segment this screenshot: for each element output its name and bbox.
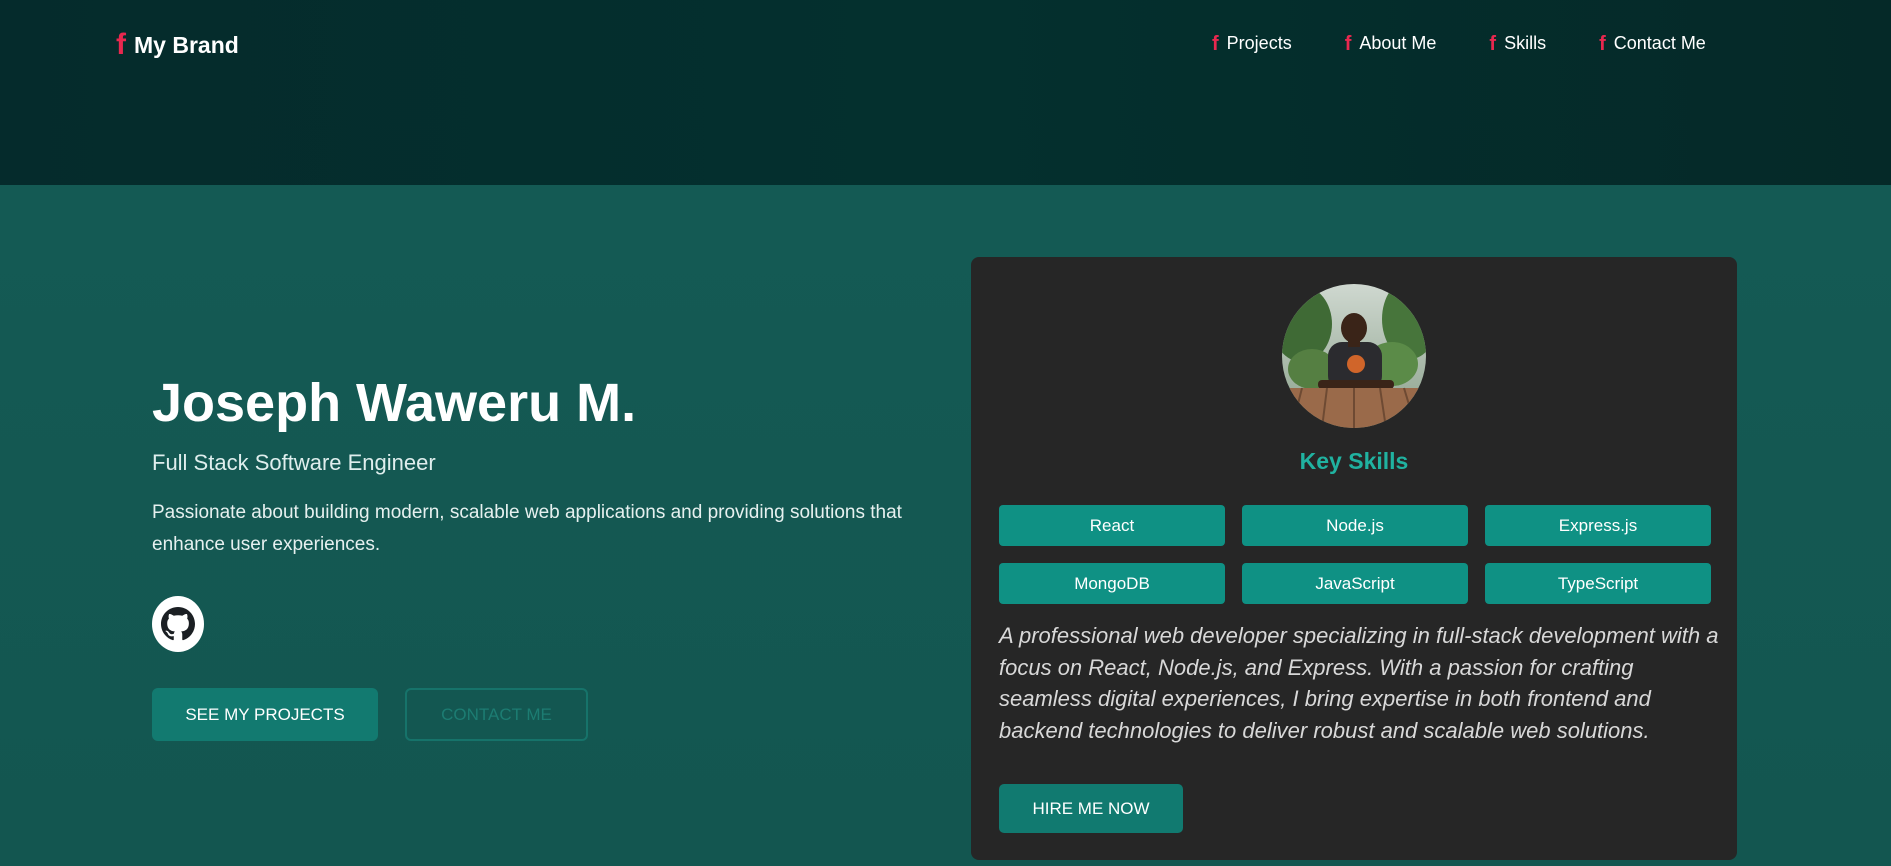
see-projects-button[interactable]: See My Projects [152,688,378,741]
facebook-f-icon: f [1599,32,1606,55]
skill-tag-typescript[interactable]: TypeScript [1485,563,1711,604]
skill-tag-mongodb[interactable]: MongoDB [999,563,1225,604]
nav-item-label: Skills [1504,33,1547,53]
hero-name: Joseph Waweru M. [152,373,637,433]
about-text: A professional web developer specializin… [999,623,1719,743]
skill-tag-javascript[interactable]: JavaScript [1242,563,1468,604]
facebook-f-icon: f [116,28,126,61]
nav-item-label: Projects [1226,33,1292,53]
nav-item-skills[interactable]: f Skills [1489,33,1546,54]
brand-logo[interactable]: f My Brand [116,30,239,60]
contact-me-button[interactable]: Contact Me [405,688,588,741]
hero-subtitle: Full Stack Software Engineer [152,450,436,475]
skill-tag-nodejs[interactable]: Node.js [1242,505,1468,546]
github-link[interactable] [152,596,204,652]
nav-links: f Projects f About Me f Skills f Contact… [1212,33,1706,54]
profile-photo [1282,284,1426,428]
facebook-f-icon: f [1489,32,1497,55]
hero-intro: Passionate about building modern, scalab… [152,502,902,555]
facebook-f-icon: f [1344,32,1352,55]
skill-tag-react[interactable]: React [999,505,1225,546]
hire-me-button[interactable]: Hire Me Now [999,784,1183,833]
nav-item-label: Contact Me [1613,33,1706,53]
nav-item-label: About Me [1359,33,1437,53]
brand-name: My Brand [134,31,239,58]
nav-item-contact-me[interactable]: f Contact Me [1599,33,1706,54]
avatar [1282,284,1426,428]
skill-tag-expressjs[interactable]: Express.js [1485,505,1711,546]
nav-item-projects[interactable]: f Projects [1212,33,1292,54]
nav-item-about-me[interactable]: f About Me [1345,33,1437,54]
facebook-f-icon: f [1212,32,1219,55]
navbar: f My Brand f Projects f About Me f Skill… [0,0,1891,185]
github-icon [161,607,195,641]
key-skills-title: Key Skills [1299,448,1409,474]
